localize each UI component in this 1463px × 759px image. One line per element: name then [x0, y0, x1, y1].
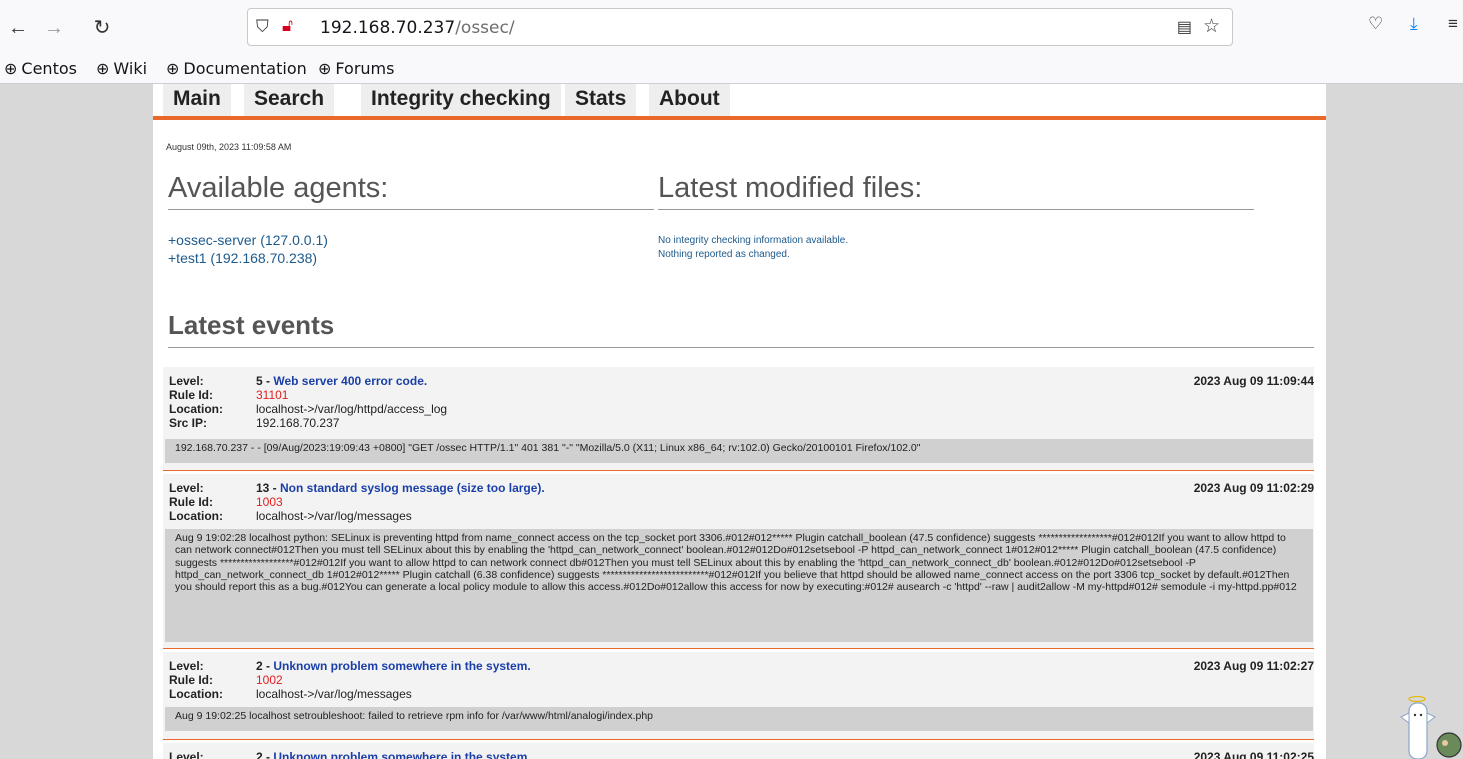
rule-id-label: Rule Id:: [169, 673, 213, 687]
globe-icon: ⊕: [318, 59, 332, 78]
location-label: Location:: [169, 509, 223, 523]
ossec-web-ui: Main Search Integrity checking Stats Abo…: [153, 84, 1326, 759]
event-entry: Level: 2 - Unknown problem somewhere in …: [163, 652, 1314, 740]
url-text[interactable]: 192.168.70.237/ossec/: [320, 18, 515, 38]
bookmark-star-icon[interactable]: ☆: [1203, 15, 1220, 38]
rule-id-label: Rule Id:: [169, 388, 213, 402]
bookmark-wiki[interactable]: ⊕ Wiki: [96, 59, 147, 78]
files-heading: Latest modified files:: [658, 172, 1254, 210]
mascot-plant-face: [1442, 740, 1448, 746]
level-label: Level:: [169, 659, 204, 673]
level-label: Level:: [169, 374, 204, 388]
event-date: 2023 Aug 09 11:09:44: [1193, 374, 1314, 388]
menu-integrity-checking[interactable]: Integrity checking: [361, 84, 561, 116]
agent-link[interactable]: +ossec-server (127.0.0.1): [168, 232, 328, 248]
rule-id-label: Rule Id:: [169, 495, 213, 509]
event-entry: Level: 13 - Non standard syslog message …: [163, 474, 1314, 649]
url-host: 192.168.70.237: [320, 18, 456, 38]
level-label: Level:: [169, 481, 204, 495]
event-description-link[interactable]: Web server 400 error code.: [273, 374, 427, 388]
level-value: 13 - Non standard syslog message (size t…: [256, 481, 545, 495]
mascot-illustration: [1400, 695, 1462, 759]
event-entry: Level: 5 - Web server 400 error code. Ru…: [163, 367, 1314, 471]
level-number: 5 -: [256, 374, 274, 388]
level-value: 2 - Unknown problem somewhere in the sys…: [256, 750, 531, 759]
event-description-link[interactable]: Unknown problem somewhere in the system.: [273, 659, 530, 673]
mascot-wing-right: [1426, 712, 1436, 724]
src-ip-label: Src IP:: [169, 416, 208, 430]
level-label: Level:: [169, 750, 204, 759]
level-number: 13 -: [256, 481, 281, 495]
event-date: 2023 Aug 09 11:02:29: [1193, 481, 1314, 495]
event-entry: Level: 2 - Unknown problem somewhere in …: [163, 743, 1314, 759]
menu-search[interactable]: Search: [244, 84, 335, 116]
level-number: 2 -: [256, 659, 274, 673]
bookmark-documentation[interactable]: ⊕ Documentation: [166, 59, 307, 78]
reload-icon[interactable]: ↻: [88, 14, 116, 42]
forward-arrow-icon[interactable]: →: [40, 14, 68, 42]
address-bar[interactable]: ⛉ 🔓︎ 192.168.70.237/ossec/ ▤ ☆: [247, 8, 1233, 46]
mascot-eye: [1413, 713, 1417, 717]
halo-shape: [1408, 695, 1426, 703]
reader-view-icon[interactable]: ▤: [1177, 17, 1192, 37]
bookmark-label: Documentation: [183, 59, 307, 78]
agents-heading: Available agents:: [168, 172, 654, 210]
current-datetime: August 09th, 2023 11:09:58 AM: [166, 142, 292, 152]
location-label: Location:: [169, 402, 223, 416]
bookmark-centos[interactable]: ⊕ Centos: [4, 59, 77, 78]
location-value: localhost->/var/log/messages: [256, 509, 412, 523]
location-value: localhost->/var/log/httpd/access_log: [256, 402, 448, 416]
event-log: Aug 9 19:02:25 localhost setroubleshoot:…: [165, 707, 1313, 731]
mascot-plant: [1436, 732, 1462, 758]
menu-stats[interactable]: Stats: [565, 84, 637, 116]
browser-toolbar: ← → ↻ ⛉ 🔓︎ 192.168.70.237/ossec/ ▤ ☆ ♡ ⤓…: [0, 0, 1463, 56]
back-arrow-icon[interactable]: ←: [4, 14, 32, 42]
globe-icon: ⊕: [96, 59, 110, 78]
bookmarks-bar: ⊕ Centos ⊕ Wiki ⊕ Documentation ⊕ Forums: [0, 56, 1463, 84]
bookmark-forums[interactable]: ⊕ Forums: [318, 59, 394, 78]
globe-icon: ⊕: [4, 59, 18, 78]
download-icon[interactable]: ⤓: [1410, 14, 1418, 34]
pocket-icon[interactable]: ♡: [1368, 14, 1383, 34]
level-value: 2 - Unknown problem somewhere in the sys…: [256, 659, 531, 673]
location-label: Location:: [169, 687, 223, 701]
bookmark-label: Forums: [335, 59, 395, 78]
changes-note: Nothing reported as changed.: [658, 249, 790, 260]
rule-id-link[interactable]: 1003: [256, 495, 283, 509]
location-value: localhost->/var/log/messages: [256, 687, 412, 701]
insecure-lock-icon[interactable]: 🔓︎: [282, 16, 293, 36]
src-ip-value: 192.168.70.237: [256, 416, 340, 430]
mascot-eye: [1419, 713, 1423, 717]
main-menu: Main Search Integrity checking Stats Abo…: [153, 84, 1326, 120]
tracking-shield-icon[interactable]: ⛉: [256, 17, 269, 37]
hamburger-menu-icon[interactable]: ≡: [1448, 14, 1458, 34]
menu-main[interactable]: Main: [163, 84, 231, 116]
event-log: Aug 9 19:02:28 localhost python: SELinux…: [165, 529, 1313, 642]
rule-id-link[interactable]: 31101: [256, 388, 288, 402]
events-heading: Latest events: [168, 310, 1314, 348]
event-date: 2023 Aug 09 11:02:25: [1193, 750, 1314, 759]
event-description-link[interactable]: Non standard syslog message (size too la…: [280, 481, 545, 495]
agent-link[interactable]: +test1 (192.168.70.238): [168, 250, 317, 266]
url-path: /ossec/: [455, 18, 515, 38]
rule-id-link[interactable]: 1002: [256, 673, 283, 687]
level-value: 5 - Web server 400 error code.: [256, 374, 427, 388]
integrity-note: No integrity checking information availa…: [658, 235, 849, 246]
event-description-link[interactable]: Unknown problem somewhere in the system.: [273, 750, 530, 759]
level-number: 2 -: [256, 750, 274, 759]
menu-about[interactable]: About: [649, 84, 730, 116]
event-date: 2023 Aug 09 11:02:27: [1193, 659, 1314, 673]
mascot-body: [1408, 702, 1428, 759]
mascot-wing-left: [1400, 712, 1410, 724]
bookmark-label: Wiki: [113, 59, 148, 78]
event-log: 192.168.70.237 - - [09/Aug/2023:19:09:43…: [165, 439, 1313, 463]
bookmark-label: Centos: [21, 59, 77, 78]
globe-icon: ⊕: [166, 59, 180, 78]
